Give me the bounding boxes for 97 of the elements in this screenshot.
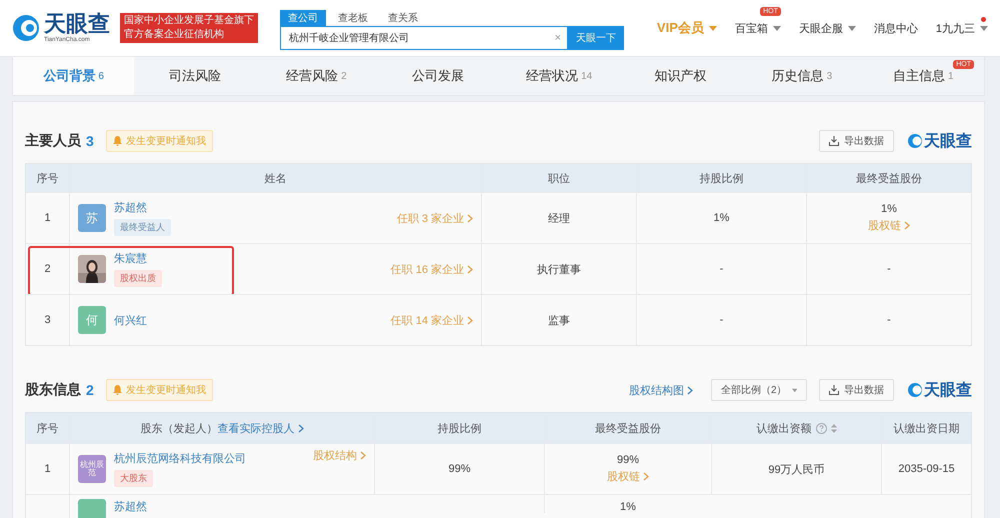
table-cell: - xyxy=(720,314,724,326)
nav-item[interactable]: 消息中心 xyxy=(874,20,918,36)
column-header: 持股比例 xyxy=(438,422,482,436)
jobs-link[interactable]: 任职 16 家企业 xyxy=(390,262,473,276)
tab[interactable]: 公司背景 6 xyxy=(13,57,134,95)
logo-text: 天眼查 xyxy=(44,13,110,35)
search-tab[interactable]: 查公司 xyxy=(280,10,326,26)
person-link[interactable]: 何兴红 xyxy=(114,312,147,328)
table-cell: 1% xyxy=(714,212,730,224)
table-cell-text: 执行董事 xyxy=(537,262,581,276)
bell-icon xyxy=(112,136,122,146)
column-header: 职位 xyxy=(548,172,570,186)
tab[interactable]: 经营状况 14 xyxy=(498,57,620,95)
chevron-icon xyxy=(643,472,649,481)
column-header: 姓名 xyxy=(264,172,286,186)
tab[interactable]: 历史信息 3 xyxy=(741,57,863,95)
column-header: 序号 xyxy=(36,172,58,186)
ratio-dropdown[interactable]: 全部比例（2） xyxy=(711,379,807,401)
table-cell: 99% xyxy=(616,454,640,466)
nav-item[interactable]: 百宝箱 xyxy=(734,20,781,36)
download-icon xyxy=(829,136,839,146)
jobs-link[interactable]: 任职 3 家企业 xyxy=(396,210,473,226)
tab-count: 6 xyxy=(98,70,104,82)
structure-link[interactable]: 股权结构 xyxy=(313,448,366,463)
section-count: 2 xyxy=(86,382,94,398)
column-header: 最终受益股份 xyxy=(595,422,661,436)
person-link[interactable]: 朱宸慧 xyxy=(114,251,147,266)
chevron-icon xyxy=(467,214,473,222)
search-tab[interactable]: 查关系 xyxy=(380,10,426,26)
chevron-icon xyxy=(687,386,693,394)
table-cell: 2035-09-15 xyxy=(898,463,955,475)
row-number: 1 xyxy=(44,212,51,224)
table-cell-text: 监事 xyxy=(548,314,570,328)
column-header: 认缴出资日期 xyxy=(894,422,960,436)
column-header: 持股比例 xyxy=(700,172,744,186)
search-tab[interactable]: 查老板 xyxy=(330,10,376,26)
table-cell: 1% xyxy=(620,501,636,513)
column-header: 序号 xyxy=(36,422,58,436)
tab-count: 2 xyxy=(341,70,347,82)
nav-item[interactable]: 天眼企服 xyxy=(798,20,856,36)
company-link[interactable]: 杭州辰范网络科技有限公司 xyxy=(114,451,246,466)
tab[interactable]: 知识产权 xyxy=(620,57,742,95)
tab-count: 1 xyxy=(948,70,954,82)
bell-icon xyxy=(112,385,122,395)
jobs-link[interactable]: 任职 14 家企业 xyxy=(390,312,473,328)
row-number: 3 xyxy=(44,314,51,326)
table-cell: - xyxy=(887,314,891,326)
table-cell: 99% xyxy=(448,463,471,475)
avatar: 何 xyxy=(78,306,106,334)
chevron-icon xyxy=(467,264,473,274)
avatar: 苏 xyxy=(78,204,106,232)
search-field[interactable]: 杭州千岐企业管理有限公司 × xyxy=(280,26,568,50)
chevron-icon xyxy=(360,451,366,460)
caret-icon xyxy=(792,388,797,392)
clear-icon[interactable]: × xyxy=(554,32,561,44)
status-tag: 股权出质 xyxy=(114,270,162,287)
download-icon xyxy=(829,385,839,395)
export-button[interactable]: 导出数据 xyxy=(819,379,894,401)
nav-item[interactable]: 1九九三 xyxy=(936,20,988,36)
tab[interactable]: 经营风险 2 xyxy=(256,57,378,95)
export-button[interactable]: 导出数据 xyxy=(819,130,894,152)
section-title: 股东信息 xyxy=(25,381,81,399)
section-title: 主要人员 xyxy=(25,132,81,150)
avatar: 杭州辰范 xyxy=(78,455,106,483)
company-link[interactable]: 苏超然 xyxy=(114,499,147,514)
table-cell-text: 99万人民币 xyxy=(768,462,825,476)
chain-link[interactable]: 股权链 xyxy=(607,469,649,484)
chevron-icon xyxy=(298,424,304,432)
table-cell: 1% xyxy=(881,203,897,215)
chevron-icon xyxy=(904,221,910,230)
promo-banner: 国家中小企业发展子基金旗下 官方备案企业征信机构 xyxy=(120,13,258,43)
table-cell: - xyxy=(887,263,891,275)
tab[interactable]: 公司发展 xyxy=(377,57,498,95)
status-tag: 大股东 xyxy=(114,470,153,487)
tab[interactable]: 司法风险 xyxy=(134,57,256,95)
sort-icon[interactable] xyxy=(830,424,836,432)
nav-item[interactable]: VIP会员 xyxy=(656,19,717,37)
status-tag: 最终受益人 xyxy=(114,219,171,236)
chain-link[interactable]: 股权链 xyxy=(868,218,910,233)
controller-link[interactable]: 查看实际控股人 xyxy=(218,420,304,436)
chevron-icon xyxy=(467,316,473,324)
tab-count: 14 xyxy=(581,70,592,82)
person-link[interactable]: 苏超然 xyxy=(114,200,147,215)
column-header: 股东（发起人） xyxy=(140,422,218,436)
search-button[interactable]: 天眼一下 xyxy=(568,26,624,50)
table-cell: 1 xyxy=(44,463,51,475)
brand-logo: 天眼查 xyxy=(908,380,972,400)
brand-logo: 天眼查 xyxy=(908,130,972,152)
column-header: 最终受益股份 xyxy=(856,172,922,186)
section-count: 3 xyxy=(86,133,94,149)
row-number: 2 xyxy=(44,263,51,275)
logo-icon xyxy=(12,14,40,42)
column-header: 认缴出资额 xyxy=(756,422,812,436)
table-cell: - xyxy=(720,263,724,275)
tab-count: 3 xyxy=(826,70,832,82)
table-cell-text: 经理 xyxy=(548,212,570,226)
structure-link[interactable]: 股权结构图 xyxy=(629,382,693,398)
